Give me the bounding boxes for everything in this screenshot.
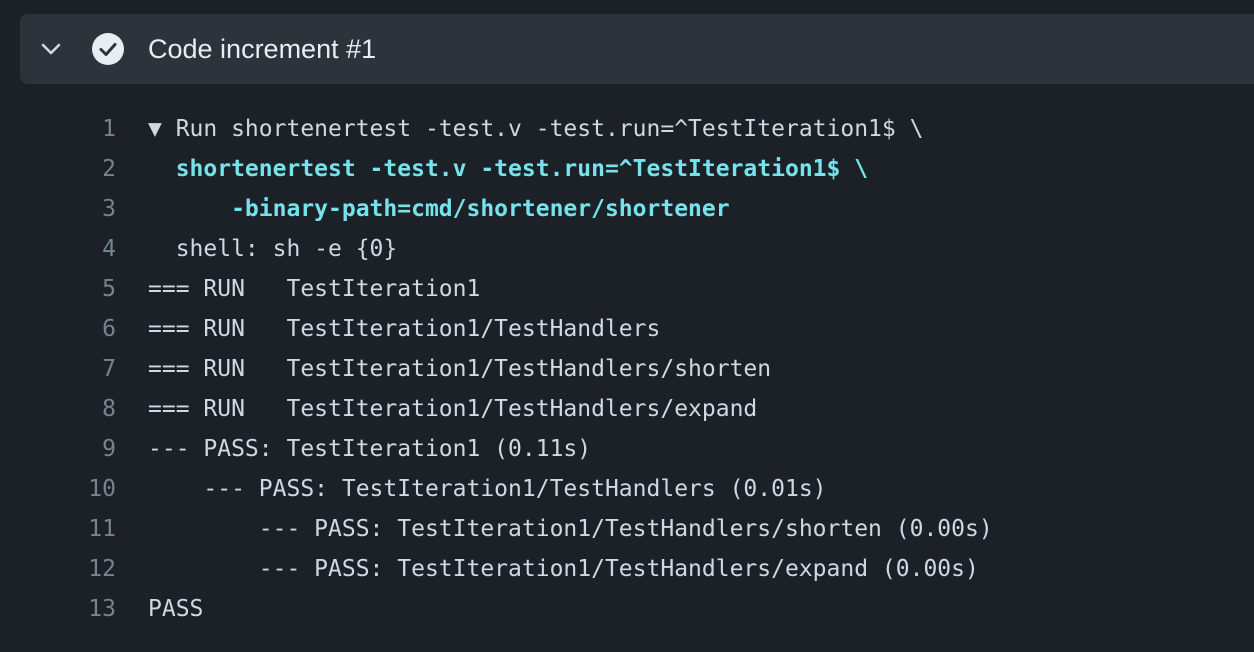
log-line: 12 --- PASS: TestIteration1/TestHandlers…	[0, 549, 1254, 589]
check-circle-icon	[92, 33, 124, 65]
log-line: 2 shortenertest -test.v -test.run=^TestI…	[0, 149, 1254, 189]
line-number[interactable]: 2	[102, 149, 116, 189]
log-line: 4 shell: sh -e {0}	[0, 229, 1254, 269]
log-line: 13 PASS	[0, 589, 1254, 629]
line-number[interactable]: 3	[102, 189, 116, 229]
line-text: --- PASS: TestIteration1 (0.11s)	[148, 436, 592, 462]
log-line: 7 === RUN TestIteration1/TestHandlers/sho…	[0, 349, 1254, 389]
line-text: --- PASS: TestIteration1/TestHandlers/sh…	[148, 516, 993, 542]
line-number[interactable]: 1	[102, 109, 116, 149]
line-text: === RUN TestIteration1/TestHandlers/shor…	[148, 356, 772, 382]
chevron-down-icon[interactable]	[40, 38, 62, 60]
log-line: 9 --- PASS: TestIteration1 (0.11s)	[0, 429, 1254, 469]
line-number[interactable]: 13	[88, 589, 116, 629]
log-line: 3 -binary-path=cmd/shortener/shortener	[0, 189, 1254, 229]
log-line: 1 ▼ Run shortenertest -test.v -test.run=^…	[0, 109, 1254, 149]
log-line: 6 === RUN TestIteration1/TestHandlers	[0, 309, 1254, 349]
line-number[interactable]: 9	[102, 429, 116, 469]
line-text: === RUN TestIteration1	[148, 276, 481, 302]
line-text: PASS	[148, 596, 204, 622]
line-text: -binary-path=cmd/shortener/shortener	[148, 196, 730, 222]
line-text: shell: sh -e {0}	[148, 236, 398, 262]
line-text: --- PASS: TestIteration1/TestHandlers/ex…	[148, 556, 979, 582]
line-number[interactable]: 12	[88, 549, 116, 589]
log-line: 11 --- PASS: TestIteration1/TestHandlers…	[0, 509, 1254, 549]
step-header[interactable]: Code increment #1	[20, 14, 1254, 84]
step-title: Code increment #1	[148, 34, 377, 64]
line-number[interactable]: 6	[102, 309, 116, 349]
log-line: 5 === RUN TestIteration1	[0, 269, 1254, 309]
line-text: ▼ Run shortenertest -test.v -test.run=^T…	[148, 116, 924, 142]
log-line: 8 === RUN TestIteration1/TestHandlers/exp…	[0, 389, 1254, 429]
line-text: --- PASS: TestIteration1/TestHandlers (0…	[148, 476, 827, 502]
log-line: 10 --- PASS: TestIteration1/TestHandlers…	[0, 469, 1254, 509]
line-text: === RUN TestIteration1/TestHandlers	[148, 316, 661, 342]
line-number[interactable]: 11	[88, 509, 116, 549]
line-number[interactable]: 5	[102, 269, 116, 309]
line-number[interactable]: 8	[102, 389, 116, 429]
line-text: === RUN TestIteration1/TestHandlers/expa…	[148, 396, 758, 422]
line-number[interactable]: 10	[88, 469, 116, 509]
line-number[interactable]: 7	[102, 349, 116, 389]
line-text: shortenertest -test.v -test.run=^TestIte…	[148, 156, 869, 182]
log-output: 1 ▼ Run shortenertest -test.v -test.run=^…	[0, 109, 1254, 629]
line-number[interactable]: 4	[102, 229, 116, 269]
